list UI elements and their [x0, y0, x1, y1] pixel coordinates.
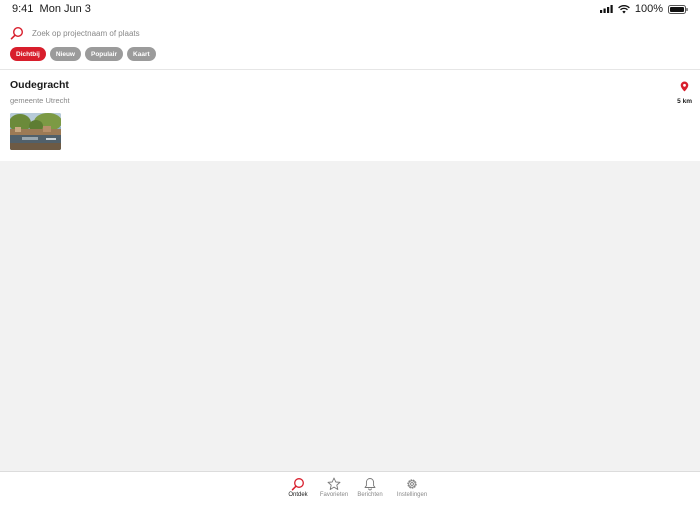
search-bar[interactable]	[10, 26, 334, 40]
battery-percentage: 100%	[634, 3, 663, 15]
status-clock: 9:41	[12, 3, 34, 15]
tab-favorieten[interactable]: Favorieten	[316, 477, 352, 498]
tab-label: Instellingen	[396, 492, 428, 498]
battery-icon	[668, 4, 688, 14]
status-date: Mon Jun 3	[39, 3, 91, 15]
tab-label: Ontdek	[288, 492, 308, 498]
filter-nieuw[interactable]: Nieuw	[49, 47, 81, 61]
tab-ontdek[interactable]: Ontdek	[280, 477, 316, 498]
project-card[interactable]: Oudegracht gemeente Utrecht 5 km	[0, 70, 700, 161]
status-bar: 9:41 Mon Jun 3 100%	[0, 0, 700, 20]
filter-chips: Dichtbij Nieuw Populair Kaart	[10, 47, 156, 61]
search-header: Dichtbij Nieuw Populair Kaart	[0, 20, 700, 70]
tab-items: Ontdek Favorieten Berichten Instellingen	[280, 477, 430, 498]
filter-dichtbij[interactable]: Dichtbij	[10, 47, 46, 61]
tab-berichten[interactable]: Berichten	[352, 477, 388, 498]
project-municipality: gemeente Utrecht	[10, 96, 70, 105]
tab-label: Favorieten	[319, 492, 349, 498]
distance-label: 5 km	[677, 98, 692, 105]
search-icon	[10, 26, 24, 40]
tab-bar: Ontdek Favorieten Berichten Instellingen	[0, 471, 700, 526]
project-title: Oudegracht	[10, 79, 69, 91]
tab-label: Berichten	[357, 492, 383, 498]
search-input[interactable]	[30, 27, 334, 39]
status-time: 9:41 Mon Jun 3	[12, 3, 91, 15]
tab-instellingen[interactable]: Instellingen	[394, 477, 430, 498]
location-pin-icon	[680, 81, 689, 92]
bell-icon	[364, 478, 376, 491]
gear-icon	[407, 479, 417, 489]
project-distance: 5 km	[677, 79, 692, 105]
status-indicators: 100%	[599, 3, 688, 15]
search-icon	[291, 478, 304, 491]
project-thumbnail[interactable]	[10, 113, 61, 150]
filter-populair[interactable]: Populair	[85, 47, 124, 61]
signal-icon	[599, 5, 613, 13]
wifi-icon	[618, 4, 630, 13]
filter-kaart[interactable]: Kaart	[127, 47, 156, 61]
canal-photo	[10, 113, 61, 150]
star-icon	[327, 477, 341, 490]
